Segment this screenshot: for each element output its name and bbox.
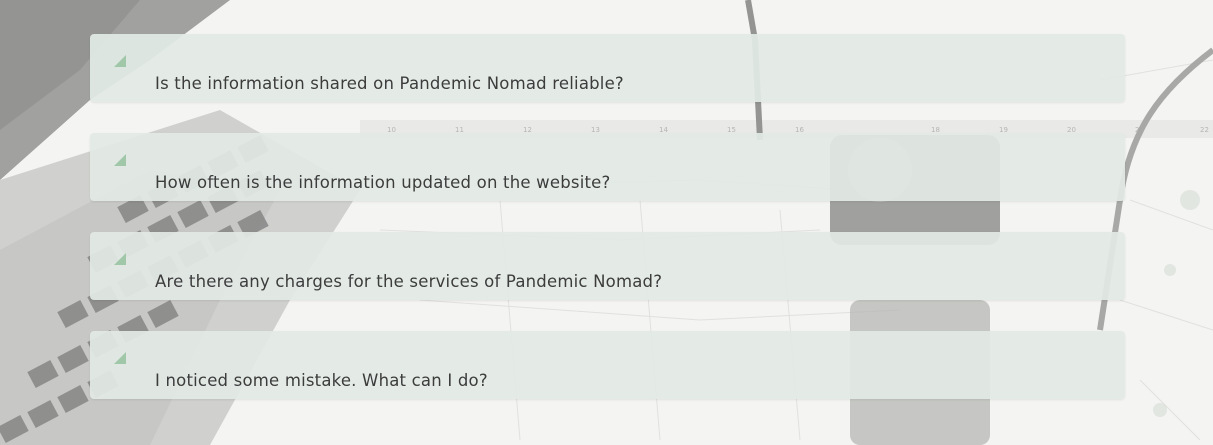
faq-list: Is the information shared on Pandemic No… <box>90 34 1125 399</box>
toggle-triangle-icon[interactable] <box>114 253 126 265</box>
toggle-triangle-icon[interactable] <box>114 55 126 67</box>
faq-question[interactable]: Is the information shared on Pandemic No… <box>155 74 624 93</box>
faq-item[interactable]: Is the information shared on Pandemic No… <box>90 34 1125 102</box>
faq-item[interactable]: I noticed some mistake. What can I do? <box>90 331 1125 399</box>
toggle-triangle-icon[interactable] <box>114 154 126 166</box>
faq-section: 10 11 12 13 14 15 16 18 19 20 21 22 Is t… <box>0 0 1213 445</box>
faq-question[interactable]: How often is the information updated on … <box>155 173 610 192</box>
faq-question[interactable]: Are there any charges for the services o… <box>155 272 662 291</box>
faq-item[interactable]: How often is the information updated on … <box>90 133 1125 201</box>
toggle-triangle-icon[interactable] <box>114 352 126 364</box>
faq-item[interactable]: Are there any charges for the services o… <box>90 232 1125 300</box>
faq-question[interactable]: I noticed some mistake. What can I do? <box>155 371 488 390</box>
